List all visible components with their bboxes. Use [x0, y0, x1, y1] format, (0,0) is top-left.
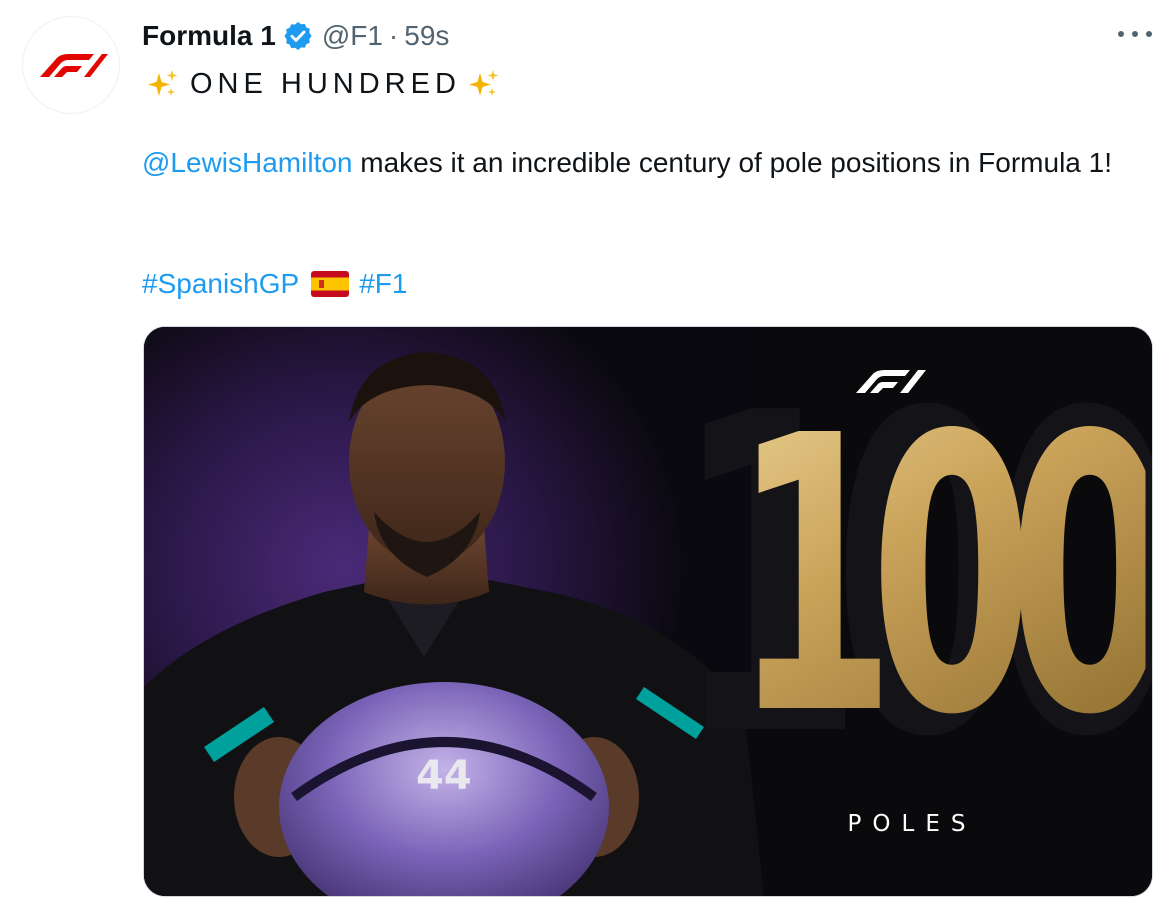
headline-text: ONE HUNDRED — [190, 67, 461, 100]
handle[interactable]: @F1 — [322, 20, 383, 52]
display-name[interactable]: Formula 1 — [142, 20, 276, 52]
separator: · — [388, 20, 399, 51]
hashtag-f1[interactable]: #F1 — [359, 268, 407, 300]
tweet-header: Formula 1 @F1 · 59s — [142, 16, 449, 56]
tweet[interactable]: Formula 1 @F1 · 59s ONE HUNDRED @LewisHa… — [0, 0, 1172, 916]
mention-link[interactable]: @LewisHamilton — [142, 147, 353, 178]
sparkles-icon — [467, 67, 501, 101]
tweet-headline: ONE HUNDRED — [142, 62, 505, 106]
timestamp[interactable]: 59s — [404, 20, 449, 52]
hashtag-line: #SpanishGP #F1 — [142, 262, 407, 306]
body-text: makes it an incredible century of pole p… — [352, 147, 1112, 178]
spain-flag-icon — [311, 271, 350, 297]
helmet-number: 44 — [416, 753, 472, 799]
avatar[interactable] — [22, 16, 120, 114]
media-image[interactable]: 44 100 100 POLES — [143, 326, 1153, 897]
f1-logo-icon — [40, 54, 108, 77]
hashtag-spanishgp[interactable]: #SpanishGP — [142, 268, 299, 300]
more-options-icon[interactable] — [1118, 24, 1152, 44]
sparkles-icon — [146, 67, 180, 101]
verified-badge-icon — [282, 20, 314, 52]
poles-caption: POLES — [847, 811, 977, 837]
big-number: 100 — [732, 355, 1152, 798]
tweet-body: @LewisHamilton makes it an incredible ce… — [142, 142, 1132, 184]
